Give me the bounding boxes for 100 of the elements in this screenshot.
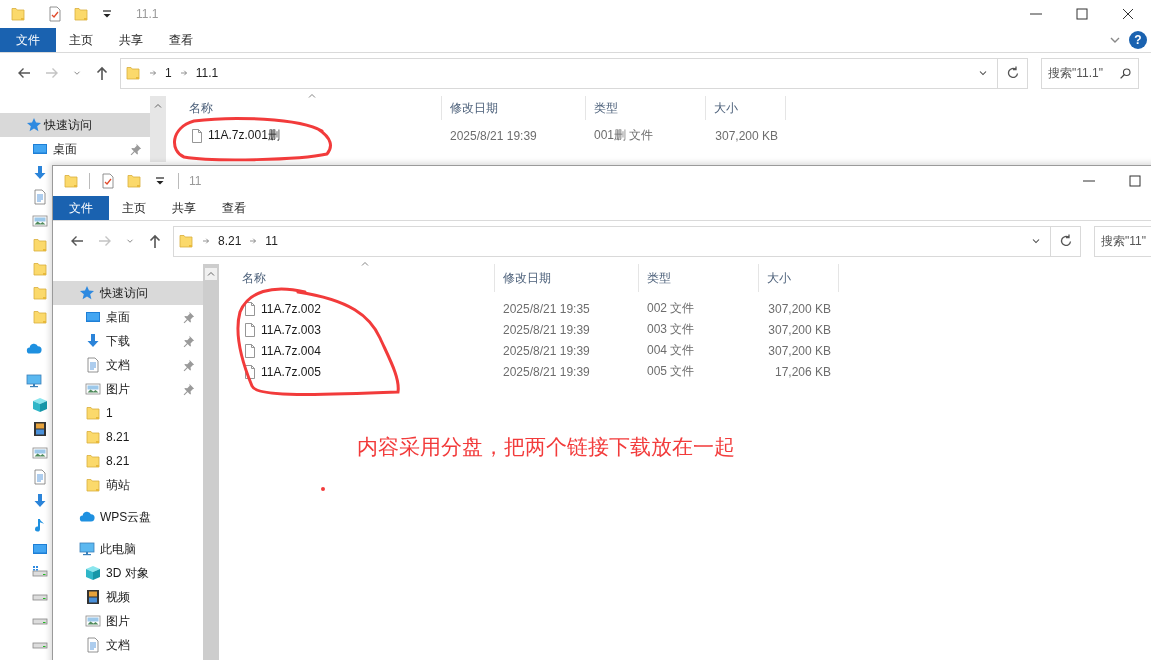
- scrollbar[interactable]: [203, 264, 219, 660]
- navigation-item[interactable]: 8.21: [53, 449, 203, 473]
- file-menu-button[interactable]: 文件: [0, 28, 56, 52]
- star-icon: [26, 117, 42, 133]
- cube-icon: [32, 397, 48, 413]
- navigation-item[interactable]: 图片: [53, 609, 203, 633]
- folder-icon: [32, 261, 48, 277]
- file-name[interactable]: 11A.7z.001删: [208, 127, 280, 144]
- breadcrumb[interactable]: 11: [265, 234, 278, 248]
- star-icon: [79, 285, 95, 301]
- maximize-icon: [1127, 173, 1143, 189]
- ribbon-tab[interactable]: 共享: [159, 196, 209, 220]
- breadcrumb[interactable]: 11.1: [195, 66, 219, 80]
- modified-date: 2025/8/21 19:35: [502, 301, 591, 316]
- desktop-icon: [32, 541, 48, 557]
- file-name[interactable]: 11A.7z.003: [261, 322, 321, 337]
- navigation-item[interactable]: 桌面: [0, 137, 150, 161]
- folder-icon: [125, 65, 141, 81]
- breadcrumb[interactable]: 8.21: [218, 234, 242, 248]
- scrollbar[interactable]: [150, 96, 166, 162]
- column-header[interactable]: 类型: [586, 96, 706, 120]
- column-header[interactable]: 类型: [639, 264, 759, 292]
- folder-icon: [32, 285, 48, 301]
- breadcrumb-separator-icon: [249, 237, 258, 245]
- navigation-item[interactable]: 文档: [53, 353, 203, 377]
- column-header[interactable]: 大小: [706, 96, 786, 120]
- file-menu-button[interactable]: 文件: [53, 196, 109, 220]
- navigation-item[interactable]: 1: [53, 401, 203, 425]
- address-bar[interactable]: 1 11.1: [120, 57, 998, 89]
- folder-icon: [85, 429, 101, 445]
- navigation-item[interactable]: 视频: [53, 585, 203, 609]
- minimize-icon: [1083, 180, 1095, 182]
- breadcrumb[interactable]: 1: [165, 66, 172, 80]
- scroll-up-icon[interactable]: [205, 268, 217, 280]
- breadcrumb-separator-icon: [179, 69, 188, 77]
- annotation-note: 内容采用分盘，把两个链接下载放在一起: [357, 434, 735, 460]
- ribbon-tab[interactable]: 查看: [156, 28, 206, 52]
- file-name[interactable]: 11A.7z.004: [261, 343, 321, 358]
- up-arrow-icon[interactable]: [94, 65, 110, 81]
- file-type: 005 文件: [646, 363, 696, 380]
- file-type: 002 文件: [646, 300, 696, 317]
- file-name[interactable]: 11A.7z.005: [261, 364, 321, 379]
- search-icon[interactable]: [1119, 66, 1132, 80]
- navigation-item[interactable]: 下载: [53, 329, 203, 353]
- picture-icon: [32, 445, 48, 461]
- column-header[interactable]: 修改日期: [495, 264, 639, 292]
- modified-date: 2025/8/21 19:39: [502, 343, 591, 358]
- ribbon-tab[interactable]: 共享: [106, 28, 156, 52]
- file-icon: [242, 363, 258, 380]
- column-header[interactable]: 大小: [759, 264, 839, 292]
- refresh-button[interactable]: [998, 57, 1028, 89]
- download-arrow-icon: [85, 333, 101, 349]
- computer-icon: [26, 373, 42, 389]
- properties-icon[interactable]: [100, 173, 116, 189]
- navigation-item[interactable]: 桌面: [53, 305, 203, 329]
- file-name[interactable]: 11A.7z.002: [261, 301, 321, 316]
- navigation-item[interactable]: 图片: [53, 377, 203, 401]
- desktop-icon: [32, 141, 48, 157]
- film-icon: [32, 421, 48, 437]
- cloud-icon: [26, 341, 42, 357]
- ribbon-tab[interactable]: 查看: [209, 196, 259, 220]
- navigation-item[interactable]: 此电脑: [53, 537, 203, 561]
- refresh-button[interactable]: [1051, 225, 1081, 257]
- column-header[interactable]: 修改日期: [442, 96, 586, 120]
- up-arrow-icon[interactable]: [147, 233, 163, 249]
- folder-icon[interactable]: [63, 173, 79, 189]
- navigation-item[interactable]: 8.21: [53, 425, 203, 449]
- breadcrumb-separator-icon: [149, 69, 157, 77]
- ribbon-tab[interactable]: 主页: [56, 28, 106, 52]
- folder-icon: [85, 453, 101, 469]
- desktop-icon: [85, 309, 101, 325]
- folder-icon[interactable]: [73, 6, 89, 22]
- properties-icon[interactable]: [47, 6, 63, 22]
- column-header[interactable]: 名称: [219, 264, 495, 292]
- ribbon-tab[interactable]: 主页: [109, 196, 159, 220]
- navigation-item[interactable]: 萌站: [53, 473, 203, 497]
- marker-dot: [321, 487, 325, 491]
- help-button[interactable]: ?: [1129, 31, 1147, 49]
- file-type: 003 文件: [646, 321, 696, 338]
- file-icon: [242, 342, 258, 359]
- search-field[interactable]: 搜索"11.1": [1041, 57, 1139, 89]
- folder-icon[interactable]: [10, 6, 26, 22]
- window-title: 11.1: [136, 7, 159, 21]
- document-icon: [85, 357, 101, 373]
- folder-icon: [85, 477, 101, 493]
- navigation-item[interactable]: 3D 对象: [53, 561, 203, 585]
- film-icon: [85, 589, 101, 605]
- file-icon: [242, 300, 258, 317]
- download-arrow-icon: [32, 165, 48, 181]
- picture-icon: [85, 381, 101, 397]
- column-header[interactable]: 名称: [166, 96, 442, 120]
- folder-icon[interactable]: [126, 173, 142, 189]
- search-field[interactable]: 搜索"11": [1094, 225, 1151, 257]
- picture-icon: [85, 613, 101, 629]
- navigation-item[interactable]: 快速访问: [53, 281, 203, 305]
- navigation-item[interactable]: WPS云盘: [53, 505, 203, 529]
- address-bar[interactable]: 8.21 11: [173, 225, 1051, 257]
- file-icon: [189, 127, 205, 144]
- navigation-item[interactable]: 快速访问: [0, 113, 150, 137]
- navigation-item[interactable]: 文档: [53, 633, 203, 657]
